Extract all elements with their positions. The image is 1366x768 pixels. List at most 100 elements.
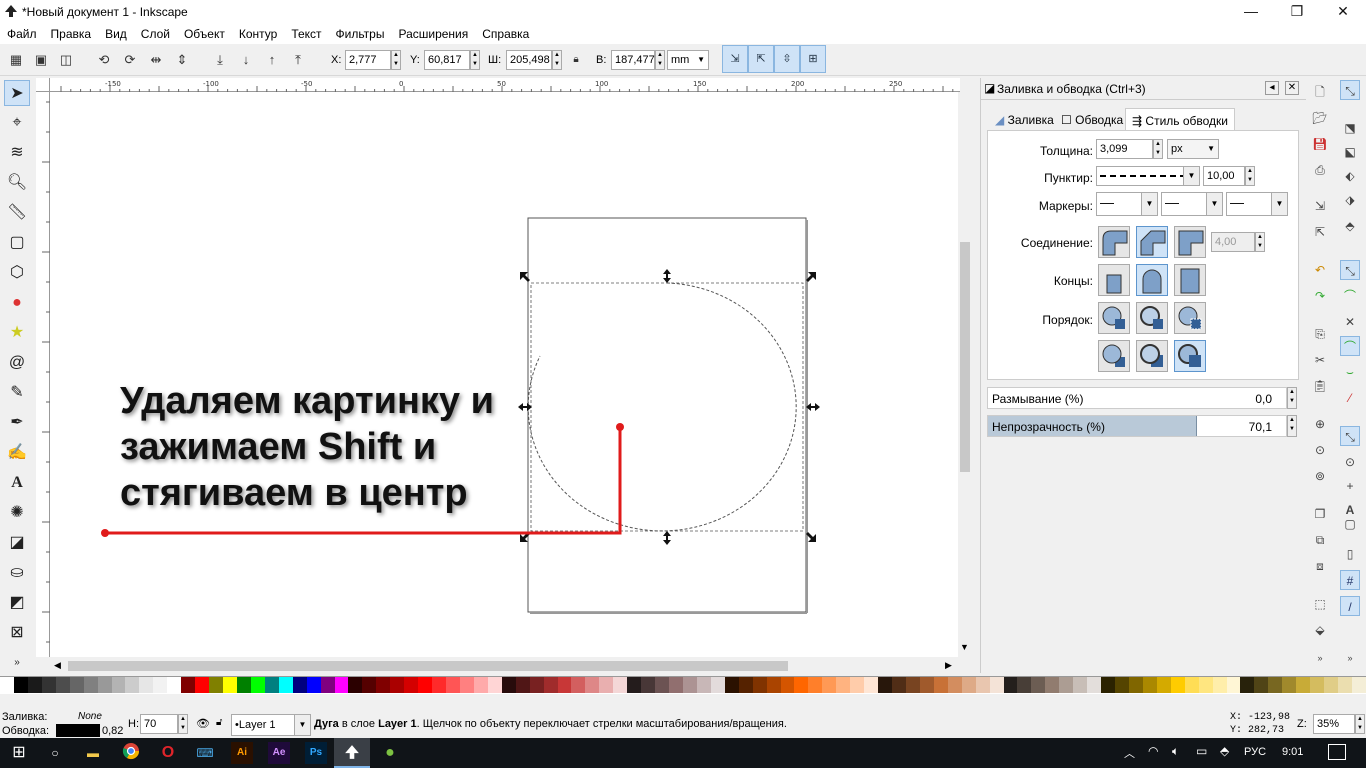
palette-swatch[interactable] [724,677,739,693]
inkscape-taskbar-button[interactable] [334,738,370,768]
palette-swatch[interactable] [167,677,182,693]
palette-swatch[interactable] [989,677,1004,693]
fill-indicator-value[interactable]: None [78,711,102,722]
palette-swatch[interactable] [195,677,210,693]
mid-marker-select[interactable]: — ▼ [1161,192,1223,216]
rotate-ccw-icon[interactable]: ⟲ [94,50,114,70]
palette-swatch[interactable] [446,677,460,693]
blur-spinner[interactable]: ▲ ▼ [1287,387,1297,409]
pencil-tool-icon[interactable]: ✎ [4,380,30,406]
ellipse-tool-icon[interactable]: ● [4,290,30,316]
blur-slider[interactable]: Размывание (%) 0,0 [987,387,1287,409]
palette-swatch[interactable] [264,677,279,693]
search-icon[interactable]: ○ [44,742,66,764]
calligraphy-tool-icon[interactable]: ✍ [4,440,30,466]
zoom-tool-icon[interactable]: 🔍︎ [4,170,30,196]
menu-edit[interactable]: Правка [51,24,92,41]
stroke-width-input[interactable]: 3,099 [1096,139,1153,159]
deselect-icon[interactable]: ◫ [56,50,76,70]
width-input[interactable]: 205,498 [506,50,552,70]
palette-swatch[interactable] [571,677,586,693]
palette-swatch[interactable] [1240,677,1255,693]
palette-swatch[interactable] [1351,677,1366,693]
collapse-panel-icon[interactable]: ◂ [1265,81,1279,95]
menu-layer[interactable]: Слой [141,24,170,41]
palette-swatch[interactable] [599,677,614,693]
stroke-color-swatch[interactable] [56,724,100,737]
cap-square-button[interactable] [1174,264,1206,296]
group-icon[interactable]: ⬚ [1310,594,1330,614]
palette-swatch[interactable] [278,677,293,693]
spiral-tool-icon[interactable]: @ [4,350,30,376]
menu-view[interactable]: Вид [105,24,127,41]
palette-swatch[interactable] [1101,677,1115,693]
tray-chevron-icon[interactable]: ︿ [1124,745,1135,761]
opera-icon[interactable]: O [157,742,179,764]
opacity-h-spinner[interactable]: ▲ ▼ [178,714,188,734]
snap-guides-icon[interactable]: / [1340,596,1360,616]
palette-swatch[interactable] [1045,677,1060,693]
palette-swatch[interactable] [1226,677,1241,693]
palette-swatch[interactable] [655,677,669,693]
palette-swatch[interactable] [83,677,98,693]
zoom-selection-icon[interactable]: ⊕ [1310,414,1330,434]
snap-others-icon[interactable]: ⤡ [1340,426,1360,446]
scale-stroke-toggle[interactable]: ⇲ [722,45,748,73]
menu-filters[interactable]: Фильтры [336,24,385,41]
palette-swatch[interactable] [1031,677,1046,693]
palette-swatch[interactable] [780,677,795,693]
palette-swatch[interactable] [27,677,42,693]
height-spinner[interactable]: ▲ ▼ [655,50,665,70]
palette-swatch[interactable] [139,677,154,693]
chrome-icon[interactable] [120,742,142,764]
paste-icon[interactable]: 📋︎ [1310,376,1330,396]
palette-swatch[interactable] [1282,677,1297,693]
green-app-icon[interactable]: ● [379,742,401,764]
palette-swatch[interactable] [892,677,906,693]
snap-intersections-icon[interactable]: ✕ [1340,312,1360,332]
windows-start-icon[interactable]: ⊞ [8,742,30,764]
zoom-input[interactable]: 35% [1313,714,1355,734]
unlink-clone-icon[interactable]: ⧈ [1310,556,1330,576]
palette-swatch[interactable] [487,677,502,693]
file-explorer-icon[interactable]: ▬ [82,742,104,764]
palette-swatch[interactable] [766,677,781,693]
palette-swatch[interactable] [1212,677,1227,693]
horizontal-scrollbar[interactable]: ◀ ▶ [50,658,958,674]
tab-fill[interactable]: ◢ Заливка [989,108,1060,130]
palette-swatch[interactable] [878,677,892,693]
palette-swatch[interactable] [682,677,697,693]
palette-swatch[interactable] [418,677,433,693]
3d-box-tool-icon[interactable]: ⬡ [4,260,30,286]
palette-swatch[interactable] [1338,677,1352,693]
measure-tool-icon[interactable]: 📏︎ [4,200,30,226]
raise-icon[interactable]: ↑ [262,50,282,70]
snap-centers-icon[interactable]: ⊙ [1340,452,1360,472]
palette-swatch[interactable] [794,677,809,693]
menu-file[interactable]: Файл [7,24,37,41]
wifi-icon[interactable]: ◠ [1148,744,1158,758]
y-spinner[interactable]: ▲ ▼ [470,50,480,70]
cap-butt-button[interactable] [1098,264,1130,296]
tab-stroke-paint[interactable]: ☐ Обводка [1055,108,1129,130]
palette-swatch[interactable] [1198,677,1213,693]
palette-swatch[interactable] [1115,677,1129,693]
layer-visibility-icon[interactable]: 👁︎ [196,717,210,730]
menu-object[interactable]: Объект [184,24,225,41]
select-all-icon[interactable]: ▦ [6,50,26,70]
print-icon[interactable]: ⎙ [1310,160,1330,180]
ungroup-icon[interactable]: ⬙ [1310,620,1330,640]
palette-swatch[interactable] [1324,677,1338,693]
zoom-drawing-icon[interactable]: ⊙ [1310,440,1330,460]
miter-limit-spinner[interactable]: ▲ ▼ [1255,232,1265,252]
palette-swatch[interactable] [153,677,168,693]
palette-swatch[interactable] [1128,677,1143,693]
node-tool-icon[interactable]: ⌖ [4,110,30,136]
zoom-page-icon[interactable]: ⊚ [1310,466,1330,486]
palette-swatch[interactable] [236,677,251,693]
language-indicator[interactable]: РУС [1244,746,1266,758]
move-gradients-toggle[interactable]: ⇳ [774,45,800,73]
order-fill-stroke-markers-button[interactable] [1098,302,1130,334]
tab-stroke-style[interactable]: ⇶ Стиль обводки [1125,108,1236,130]
mesh-tool-icon[interactable]: ⊠ [4,620,30,646]
